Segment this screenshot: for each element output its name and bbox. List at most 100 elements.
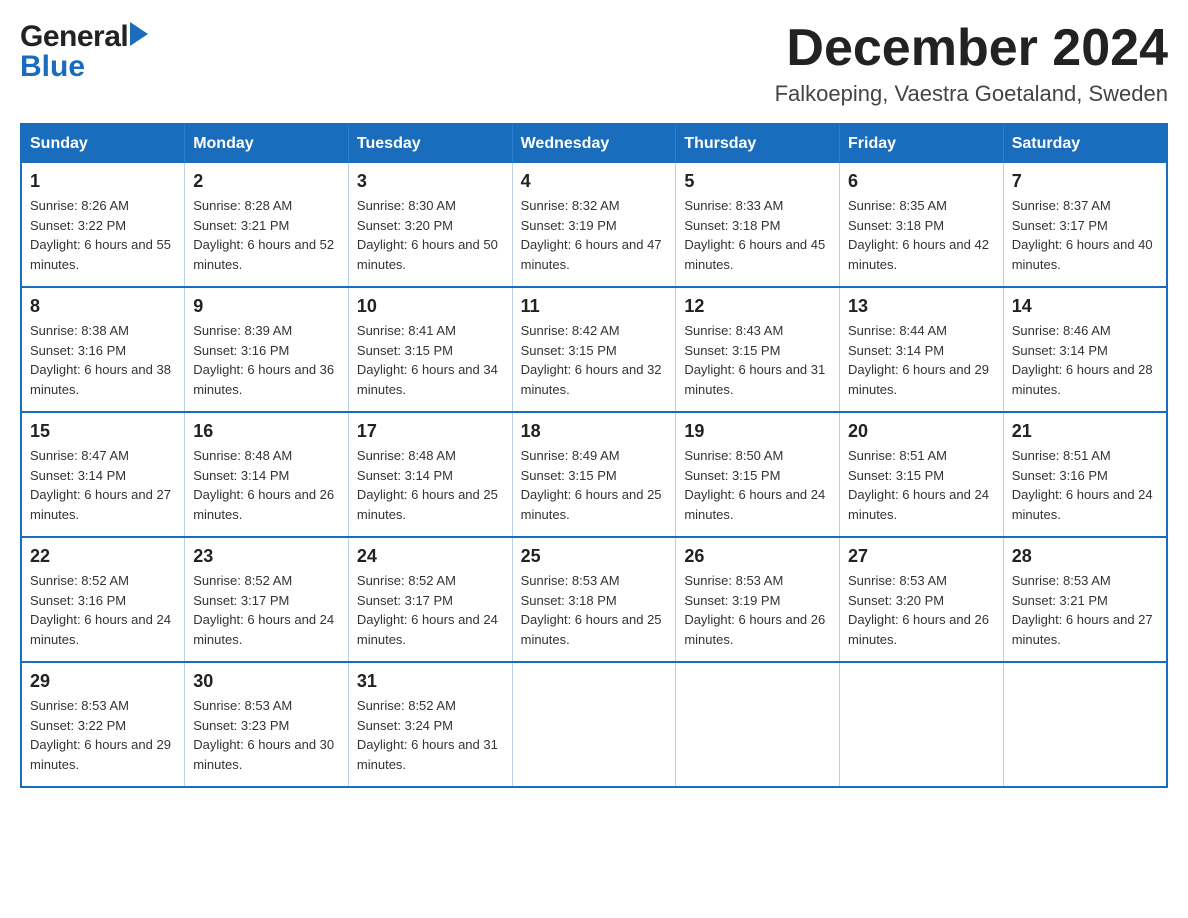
day-cell-17: 17 Sunrise: 8:48 AMSunset: 3:14 PMDaylig… — [348, 412, 512, 537]
week-row-4: 22 Sunrise: 8:52 AMSunset: 3:16 PMDaylig… — [21, 537, 1167, 662]
day-info: Sunrise: 8:52 AMSunset: 3:16 PMDaylight:… — [30, 571, 176, 649]
day-number: 22 — [30, 546, 176, 567]
day-cell-12: 12 Sunrise: 8:43 AMSunset: 3:15 PMDaylig… — [676, 287, 840, 412]
day-number: 20 — [848, 421, 995, 442]
day-cell-7: 7 Sunrise: 8:37 AMSunset: 3:17 PMDayligh… — [1003, 163, 1167, 287]
day-info: Sunrise: 8:53 AMSunset: 3:23 PMDaylight:… — [193, 696, 340, 774]
day-info: Sunrise: 8:52 AMSunset: 3:24 PMDaylight:… — [357, 696, 504, 774]
day-cell-26: 26 Sunrise: 8:53 AMSunset: 3:19 PMDaylig… — [676, 537, 840, 662]
day-number: 25 — [521, 546, 668, 567]
day-number: 28 — [1012, 546, 1158, 567]
day-number: 9 — [193, 296, 340, 317]
day-info: Sunrise: 8:48 AMSunset: 3:14 PMDaylight:… — [193, 446, 340, 524]
day-info: Sunrise: 8:52 AMSunset: 3:17 PMDaylight:… — [357, 571, 504, 649]
empty-cell — [676, 662, 840, 787]
day-cell-8: 8 Sunrise: 8:38 AMSunset: 3:16 PMDayligh… — [21, 287, 185, 412]
day-cell-29: 29 Sunrise: 8:53 AMSunset: 3:22 PMDaylig… — [21, 662, 185, 787]
day-cell-2: 2 Sunrise: 8:28 AMSunset: 3:21 PMDayligh… — [185, 163, 349, 287]
day-cell-5: 5 Sunrise: 8:33 AMSunset: 3:18 PMDayligh… — [676, 163, 840, 287]
day-cell-25: 25 Sunrise: 8:53 AMSunset: 3:18 PMDaylig… — [512, 537, 676, 662]
day-number: 3 — [357, 171, 504, 192]
month-title: December 2024 — [775, 20, 1168, 77]
day-info: Sunrise: 8:35 AMSunset: 3:18 PMDaylight:… — [848, 196, 995, 274]
day-info: Sunrise: 8:38 AMSunset: 3:16 PMDaylight:… — [30, 321, 176, 399]
day-number: 31 — [357, 671, 504, 692]
day-cell-20: 20 Sunrise: 8:51 AMSunset: 3:15 PMDaylig… — [840, 412, 1004, 537]
day-cell-14: 14 Sunrise: 8:46 AMSunset: 3:14 PMDaylig… — [1003, 287, 1167, 412]
day-info: Sunrise: 8:46 AMSunset: 3:14 PMDaylight:… — [1012, 321, 1158, 399]
day-number: 24 — [357, 546, 504, 567]
day-info: Sunrise: 8:53 AMSunset: 3:22 PMDaylight:… — [30, 696, 176, 774]
day-info: Sunrise: 8:30 AMSunset: 3:20 PMDaylight:… — [357, 196, 504, 274]
day-info: Sunrise: 8:53 AMSunset: 3:20 PMDaylight:… — [848, 571, 995, 649]
day-cell-31: 31 Sunrise: 8:52 AMSunset: 3:24 PMDaylig… — [348, 662, 512, 787]
day-cell-24: 24 Sunrise: 8:52 AMSunset: 3:17 PMDaylig… — [348, 537, 512, 662]
weekday-header-tuesday: Tuesday — [348, 124, 512, 163]
day-cell-15: 15 Sunrise: 8:47 AMSunset: 3:14 PMDaylig… — [21, 412, 185, 537]
day-number: 26 — [684, 546, 831, 567]
weekday-header-saturday: Saturday — [1003, 124, 1167, 163]
day-info: Sunrise: 8:28 AMSunset: 3:21 PMDaylight:… — [193, 196, 340, 274]
day-number: 5 — [684, 171, 831, 192]
day-number: 2 — [193, 171, 340, 192]
day-number: 30 — [193, 671, 340, 692]
day-number: 4 — [521, 171, 668, 192]
day-cell-13: 13 Sunrise: 8:44 AMSunset: 3:14 PMDaylig… — [840, 287, 1004, 412]
day-info: Sunrise: 8:44 AMSunset: 3:14 PMDaylight:… — [848, 321, 995, 399]
day-info: Sunrise: 8:47 AMSunset: 3:14 PMDaylight:… — [30, 446, 176, 524]
day-info: Sunrise: 8:33 AMSunset: 3:18 PMDaylight:… — [684, 196, 831, 274]
day-cell-18: 18 Sunrise: 8:49 AMSunset: 3:15 PMDaylig… — [512, 412, 676, 537]
day-info: Sunrise: 8:48 AMSunset: 3:14 PMDaylight:… — [357, 446, 504, 524]
logo-flag-icon — [130, 22, 148, 51]
day-number: 27 — [848, 546, 995, 567]
day-number: 21 — [1012, 421, 1158, 442]
day-info: Sunrise: 8:39 AMSunset: 3:16 PMDaylight:… — [193, 321, 340, 399]
day-cell-27: 27 Sunrise: 8:53 AMSunset: 3:20 PMDaylig… — [840, 537, 1004, 662]
day-cell-10: 10 Sunrise: 8:41 AMSunset: 3:15 PMDaylig… — [348, 287, 512, 412]
day-info: Sunrise: 8:51 AMSunset: 3:16 PMDaylight:… — [1012, 446, 1158, 524]
weekday-header-sunday: Sunday — [21, 124, 185, 163]
weekday-header-friday: Friday — [840, 124, 1004, 163]
logo: General Blue — [20, 20, 148, 84]
day-number: 13 — [848, 296, 995, 317]
week-row-1: 1 Sunrise: 8:26 AMSunset: 3:22 PMDayligh… — [21, 163, 1167, 287]
day-cell-23: 23 Sunrise: 8:52 AMSunset: 3:17 PMDaylig… — [185, 537, 349, 662]
day-cell-11: 11 Sunrise: 8:42 AMSunset: 3:15 PMDaylig… — [512, 287, 676, 412]
location-text: Falkoeping, Vaestra Goetaland, Sweden — [775, 81, 1168, 107]
day-info: Sunrise: 8:41 AMSunset: 3:15 PMDaylight:… — [357, 321, 504, 399]
week-row-2: 8 Sunrise: 8:38 AMSunset: 3:16 PMDayligh… — [21, 287, 1167, 412]
header: General Blue December 2024 Falkoeping, V… — [20, 20, 1168, 107]
day-number: 6 — [848, 171, 995, 192]
day-number: 8 — [30, 296, 176, 317]
title-area: December 2024 Falkoeping, Vaestra Goetal… — [775, 20, 1168, 107]
day-number: 12 — [684, 296, 831, 317]
day-info: Sunrise: 8:53 AMSunset: 3:19 PMDaylight:… — [684, 571, 831, 649]
day-cell-1: 1 Sunrise: 8:26 AMSunset: 3:22 PMDayligh… — [21, 163, 185, 287]
logo-blue-text: Blue — [20, 50, 85, 83]
day-number: 29 — [30, 671, 176, 692]
day-cell-30: 30 Sunrise: 8:53 AMSunset: 3:23 PMDaylig… — [185, 662, 349, 787]
week-row-3: 15 Sunrise: 8:47 AMSunset: 3:14 PMDaylig… — [21, 412, 1167, 537]
day-info: Sunrise: 8:42 AMSunset: 3:15 PMDaylight:… — [521, 321, 668, 399]
empty-cell — [840, 662, 1004, 787]
weekday-header-thursday: Thursday — [676, 124, 840, 163]
day-cell-16: 16 Sunrise: 8:48 AMSunset: 3:14 PMDaylig… — [185, 412, 349, 537]
day-cell-9: 9 Sunrise: 8:39 AMSunset: 3:16 PMDayligh… — [185, 287, 349, 412]
day-number: 10 — [357, 296, 504, 317]
day-cell-4: 4 Sunrise: 8:32 AMSunset: 3:19 PMDayligh… — [512, 163, 676, 287]
day-info: Sunrise: 8:51 AMSunset: 3:15 PMDaylight:… — [848, 446, 995, 524]
day-info: Sunrise: 8:43 AMSunset: 3:15 PMDaylight:… — [684, 321, 831, 399]
day-info: Sunrise: 8:52 AMSunset: 3:17 PMDaylight:… — [193, 571, 340, 649]
day-cell-28: 28 Sunrise: 8:53 AMSunset: 3:21 PMDaylig… — [1003, 537, 1167, 662]
weekday-header-row: SundayMondayTuesdayWednesdayThursdayFrid… — [21, 124, 1167, 163]
day-cell-3: 3 Sunrise: 8:30 AMSunset: 3:20 PMDayligh… — [348, 163, 512, 287]
empty-cell — [512, 662, 676, 787]
day-info: Sunrise: 8:26 AMSunset: 3:22 PMDaylight:… — [30, 196, 176, 274]
day-number: 19 — [684, 421, 831, 442]
week-row-5: 29 Sunrise: 8:53 AMSunset: 3:22 PMDaylig… — [21, 662, 1167, 787]
day-info: Sunrise: 8:49 AMSunset: 3:15 PMDaylight:… — [521, 446, 668, 524]
day-cell-22: 22 Sunrise: 8:52 AMSunset: 3:16 PMDaylig… — [21, 537, 185, 662]
day-number: 15 — [30, 421, 176, 442]
weekday-header-wednesday: Wednesday — [512, 124, 676, 163]
day-info: Sunrise: 8:37 AMSunset: 3:17 PMDaylight:… — [1012, 196, 1158, 274]
